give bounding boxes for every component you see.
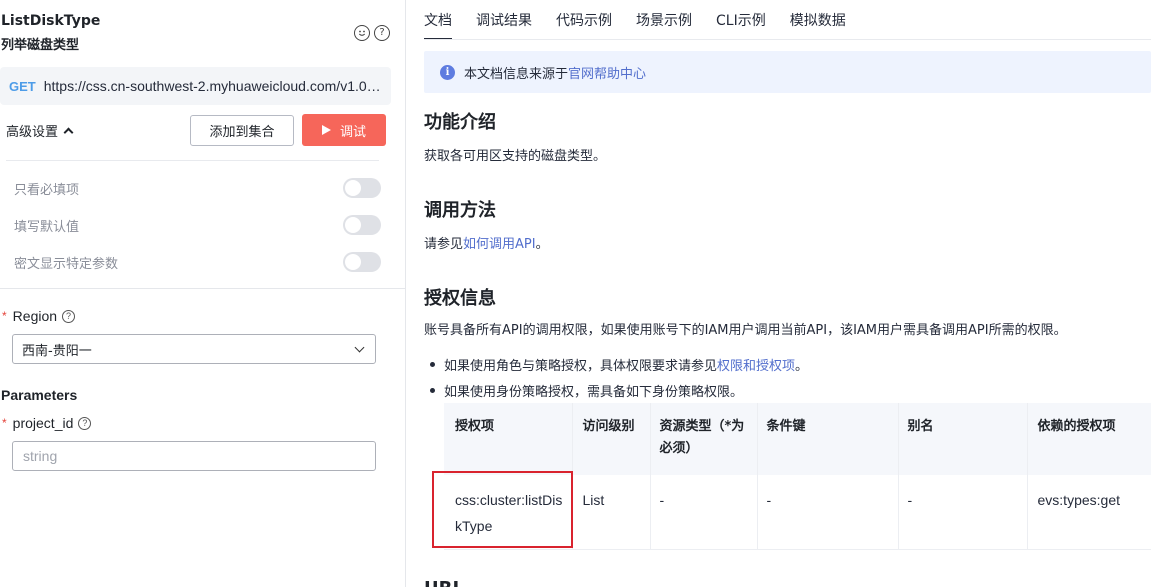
section-title-uri: URI [424, 578, 459, 587]
toggle-label: 只看必填项 [14, 182, 80, 198]
how-to-call-api-link[interactable]: 如何调用API [463, 237, 536, 252]
region-select[interactable]: 西南-贵阳一 [12, 334, 376, 364]
default-values-switch[interactable] [343, 215, 381, 235]
toggle-label: 填写默认值 [14, 219, 80, 235]
tab-mock-data[interactable]: 模拟数据 [790, 0, 846, 40]
required-asterisk: * [2, 416, 7, 430]
show-ciphertext-switch[interactable] [343, 252, 381, 272]
auth-table: 授权项 访问级别 资源类型（*为必须） 条件键 别名 依赖的授权项 css:cl… [444, 403, 1151, 550]
help-center-link[interactable]: 官网帮助中心 [568, 63, 646, 82]
add-to-collection-button[interactable]: 添加到集合 [190, 115, 294, 146]
advanced-settings-toggle[interactable]: 高级设置 [6, 121, 74, 140]
info-icon: i [440, 64, 455, 80]
advanced-settings-label: 高级设置 [6, 125, 59, 140]
call-suffix: 。 [535, 237, 549, 252]
chevron-up-icon [63, 127, 74, 138]
help-icon[interactable]: ? [374, 25, 390, 41]
request-url-bar[interactable]: GET https://css.cn-southwest-2.myhuaweic… [0, 67, 391, 105]
table-cell: evs:types:get [1027, 475, 1151, 550]
play-icon [321, 125, 331, 135]
column-header: 访问级别 [572, 403, 651, 475]
column-header: 依赖的授权项 [1027, 403, 1151, 475]
project-id-label-text: project_id [12, 415, 74, 431]
permissions-link[interactable]: 权限和授权项 [717, 355, 795, 374]
tab-docs[interactable]: 文档 [424, 0, 452, 40]
http-method: GET [9, 78, 36, 94]
api-name: ListDiskType [1, 13, 101, 29]
table-cell: - [757, 475, 899, 550]
project-id-label: * project_id ? [2, 415, 92, 431]
table-header-row: 授权项 访问级别 资源类型（*为必须） 条件键 别名 依赖的授权项 [444, 403, 1151, 475]
toggle-label: 密文显示特定参数 [14, 256, 119, 272]
divider [424, 39, 1151, 40]
api-name-cn: 列举磁盘类型 [1, 38, 80, 53]
debug-button-label: 调试 [339, 124, 366, 140]
divider [6, 160, 379, 161]
tab-cli-samples[interactable]: CLI示例 [716, 0, 766, 40]
documentation-panel: 文档 调试结果 代码示例 场景示例 CLI示例 模拟数据 i 本文档信息来源于官… [407, 0, 1151, 587]
bullet1-prefix: 如果使用角色与策略授权，具体权限要求请参见 [444, 359, 718, 374]
table-cell: css:cluster:listDiskType [444, 475, 573, 550]
table-row: css:cluster:listDiskType List - - - evs:… [444, 475, 1151, 550]
tab-scenario-samples[interactable]: 场景示例 [636, 0, 692, 40]
section-title-call: 调用方法 [424, 200, 496, 221]
chevron-down-icon [354, 342, 365, 352]
list-item: 如果使用身份策略授权，需具备如下身份策略权限。 [430, 381, 743, 400]
divider [0, 288, 406, 289]
parameters-title: Parameters [1, 387, 78, 403]
info-banner: i 本文档信息来源于 官网帮助中心 [424, 51, 1151, 93]
help-icon[interactable]: ? [62, 309, 76, 323]
bullet2-text: 如果使用身份策略授权，需具备如下身份策略权限。 [444, 385, 744, 400]
request-url: https://css.cn-southwest-2.myhuaweicloud… [43, 78, 382, 94]
help-icon[interactable]: ? [78, 416, 92, 430]
table-cell: - [898, 475, 1028, 550]
column-header: 别名 [898, 403, 1028, 475]
toggle-row-required-only: 只看必填项 [14, 178, 381, 198]
toggle-row-show-ciphertext: 密文显示特定参数 [14, 252, 381, 272]
bullet [430, 388, 435, 393]
required-only-switch[interactable] [343, 178, 381, 198]
tab-bar: 文档 调试结果 代码示例 场景示例 CLI示例 模拟数据 [424, 0, 870, 40]
section-title-intro: 功能介绍 [424, 112, 496, 133]
header-icons: ? [354, 25, 390, 41]
call-prefix: 请参见 [424, 237, 464, 252]
column-header: 授权项 [444, 403, 573, 475]
debug-panel: ListDiskType 列举磁盘类型 ? GET https://css.cn… [0, 0, 406, 587]
tab-code-samples[interactable]: 代码示例 [556, 0, 612, 40]
region-label: * Region ? [2, 308, 76, 324]
bullet [430, 362, 435, 367]
bullet1-suffix: 。 [795, 359, 809, 374]
column-header: 条件键 [757, 403, 899, 475]
list-item: 如果使用角色与策略授权，具体权限要求请参见 权限和授权项。 [430, 355, 808, 374]
call-text: 请参见如何调用API。 [424, 233, 549, 252]
table-cell: List [572, 475, 651, 550]
table-cell: - [650, 475, 758, 550]
toggle-row-default-values: 填写默认值 [14, 215, 381, 235]
project-id-input[interactable] [12, 441, 376, 471]
intro-text: 获取各可用区支持的磁盘类型。 [424, 149, 607, 164]
region-label-text: Region [12, 308, 58, 324]
auth-text: 账号具备所有API的调用权限，如果使用账号下的IAM用户调用当前API，该IAM… [424, 323, 1067, 338]
debug-button[interactable]: 调试 [302, 114, 386, 146]
info-text: 本文档信息来源于 [464, 66, 569, 82]
required-asterisk: * [2, 309, 7, 323]
section-title-auth: 授权信息 [424, 288, 496, 309]
column-header: 资源类型（*为必须） [650, 403, 758, 475]
smiley-icon[interactable] [354, 25, 370, 41]
region-selected-value: 西南-贵阳一 [22, 343, 92, 359]
tab-debug-results[interactable]: 调试结果 [476, 0, 532, 40]
